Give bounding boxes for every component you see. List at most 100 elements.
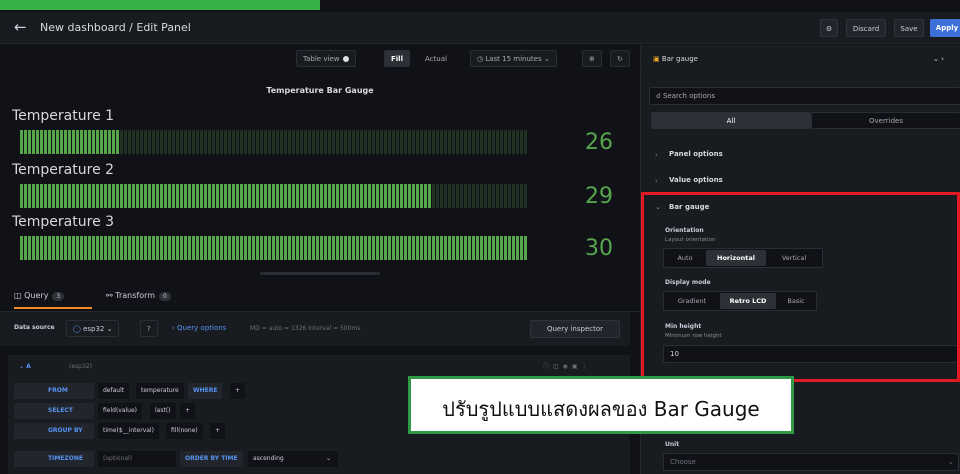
gauge-cell: [400, 130, 403, 154]
select-aggregation[interactable]: last(): [150, 403, 176, 419]
gauge-cell: [368, 236, 371, 260]
gauge-cell: [300, 184, 303, 208]
settings-gear-icon[interactable]: ⚙: [820, 19, 838, 37]
tab-all[interactable]: All: [651, 112, 811, 129]
timezone-keyword: TIMEZONE: [14, 451, 94, 467]
gauge-cell: [272, 130, 275, 154]
gauge-cell: [244, 130, 247, 154]
from-policy[interactable]: default: [98, 383, 130, 399]
tab-query[interactable]: ◫ Query 3: [14, 291, 65, 301]
from-measurement[interactable]: temperature: [136, 383, 184, 399]
gauge-cell: [404, 130, 407, 154]
back-arrow-icon[interactable]: ←: [14, 18, 27, 36]
gauge-cell: [488, 236, 491, 260]
save-button[interactable]: Save: [894, 19, 924, 37]
gauge-cell: [384, 236, 387, 260]
select-add-button[interactable]: +: [180, 403, 196, 419]
tab-transform-label: Transform: [115, 291, 156, 300]
gauge-bar-2: [20, 184, 527, 208]
gauge-cell: [340, 130, 343, 154]
gauge-cell: [484, 184, 487, 208]
search-options-input[interactable]: ☌ Search options: [649, 87, 960, 105]
gauge-cell: [248, 130, 251, 154]
gauge-cell: [312, 236, 315, 260]
table-view-label: Table view: [303, 55, 340, 63]
gauge-cell: [60, 130, 63, 154]
viz-picker[interactable]: ▣ Bar gauge ⌄ ›: [647, 51, 959, 68]
gauge-cell: [188, 184, 191, 208]
gauge-cell: [380, 236, 383, 260]
gauge-cell: [228, 130, 231, 154]
gauge-cell: [224, 184, 227, 208]
gauge-cell: [156, 130, 159, 154]
gauge-cell: [508, 184, 511, 208]
zoom-out-icon[interactable]: ⊕: [582, 50, 602, 67]
gauge-cell: [304, 130, 307, 154]
gauge-cell: [344, 130, 347, 154]
query-bar: Data source ◯ esp32 ⌄ ? › Query options …: [0, 312, 630, 346]
gauge-cell: [452, 184, 455, 208]
gauge-cell: [216, 184, 219, 208]
order-select[interactable]: ascending ⌄: [248, 451, 338, 467]
gauge-cell: [472, 130, 475, 154]
gauge-cell: [236, 130, 239, 154]
gauge-cell: [436, 130, 439, 154]
gauge-cell: [488, 184, 491, 208]
apply-button[interactable]: Apply: [930, 19, 960, 37]
where-add-button[interactable]: +: [230, 383, 246, 399]
gauge-cell: [380, 130, 383, 154]
gauge-cell: [92, 130, 95, 154]
gauge-value-3: 30: [585, 236, 613, 261]
time-range-picker[interactable]: ◷ Last 15 minutes ⌄: [470, 50, 557, 67]
query-options-button[interactable]: › Query options: [166, 320, 232, 337]
gauge-cell: [240, 236, 243, 260]
groupby-add-button[interactable]: +: [210, 423, 226, 439]
unit-select[interactable]: Choose ⌄: [663, 453, 959, 471]
gauge-cell: [504, 236, 507, 260]
table-view-toggle[interactable]: Table view: [296, 50, 357, 67]
gauge-cell: [348, 130, 351, 154]
panel-options-section[interactable]: Panel options: [669, 150, 723, 158]
gauge-cell: [496, 130, 499, 154]
groupby-time[interactable]: time($__interval): [98, 423, 159, 439]
gauge-cell: [40, 184, 43, 208]
query-inspector-button[interactable]: Query inspector: [530, 320, 620, 338]
help-icon[interactable]: ?: [140, 320, 158, 337]
chevron-down-icon: ⌄: [326, 455, 332, 462]
gauge-cell: [164, 236, 167, 260]
gauge-cell: [124, 184, 127, 208]
gauge-cell: [220, 236, 223, 260]
select-field[interactable]: field(value): [98, 403, 143, 419]
gauge-cell: [276, 236, 279, 260]
gauge-cell: [324, 236, 327, 260]
gauge-cell: [280, 184, 283, 208]
gauge-cell: [264, 236, 267, 260]
tab-overrides[interactable]: Overrides: [811, 112, 960, 129]
value-options-section[interactable]: Value options: [669, 176, 723, 184]
gauge-cell: [436, 236, 439, 260]
query-collapse-toggle[interactable]: ⌄ A: [14, 359, 36, 375]
data-source-picker[interactable]: ◯ esp32 ⌄: [66, 320, 120, 337]
gauge-cell: [168, 236, 171, 260]
gauge-cell: [172, 184, 175, 208]
groupby-fill[interactable]: fill(none): [166, 423, 203, 439]
gauge-cell: [376, 184, 379, 208]
panel-resize-handle[interactable]: [260, 272, 380, 275]
query-row-actions-icon[interactable]: ⓘ◫◉▣⋮: [538, 359, 597, 375]
gauge-cell: [360, 130, 363, 154]
gauge-cell: [172, 130, 175, 154]
gauge-cell: [496, 184, 499, 208]
discard-button[interactable]: Discard: [846, 19, 886, 37]
viz-picker-label: Bar gauge: [661, 55, 698, 63]
actual-button[interactable]: Actual: [418, 50, 454, 67]
fill-button[interactable]: Fill: [384, 50, 410, 67]
timezone-input[interactable]: (optional): [98, 451, 176, 467]
gauge-cell: [516, 130, 519, 154]
gauge-cell: [380, 184, 383, 208]
gauge-cell: [204, 236, 207, 260]
gauge-cell: [100, 236, 103, 260]
gauge-cell: [60, 236, 63, 260]
refresh-icon[interactable]: ↻: [610, 50, 630, 67]
gauge-cell: [232, 130, 235, 154]
tab-transform[interactable]: ⚯ Transform 0: [106, 291, 171, 301]
